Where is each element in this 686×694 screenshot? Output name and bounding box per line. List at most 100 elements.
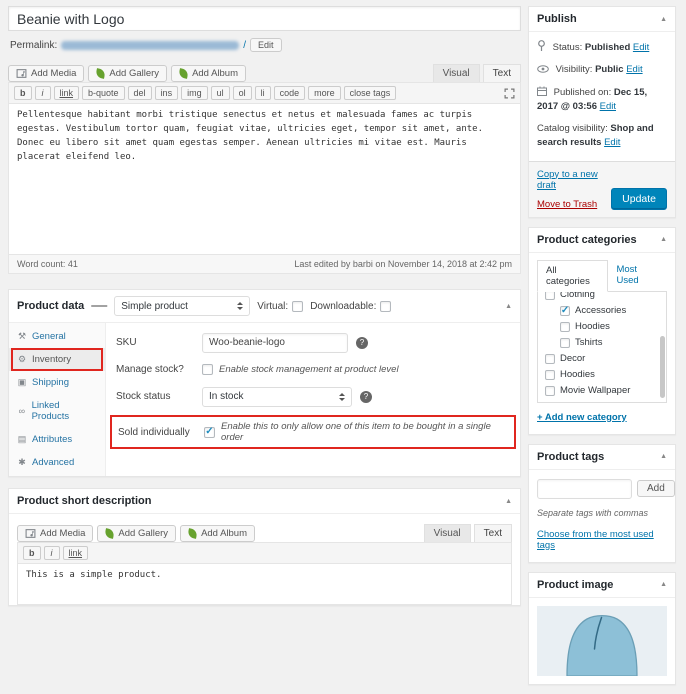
add-gallery-button[interactable]: Add Gallery: [97, 525, 177, 542]
tab-general[interactable]: ⚒ General: [9, 325, 105, 348]
beanie-image: [566, 614, 638, 676]
edit-catalog-visibility-link[interactable]: Edit: [604, 137, 620, 148]
add-album-button[interactable]: Add Album: [171, 65, 247, 82]
product-data-dash: —: [91, 297, 108, 314]
quicktag-italic-button[interactable]: i: [34, 86, 51, 100]
add-gallery-label: Add Gallery: [109, 68, 160, 79]
tab-advanced[interactable]: ✱ Advanced: [9, 451, 105, 474]
collapse-toggle-icon[interactable]: [505, 303, 512, 310]
quicktag-more-button[interactable]: more: [308, 86, 341, 100]
category-item: Accessories: [560, 303, 666, 319]
move-to-trash-link[interactable]: Move to Trash: [537, 199, 611, 210]
collapse-toggle-icon[interactable]: [660, 581, 667, 588]
quicktag-ul-button[interactable]: ul: [210, 86, 230, 100]
stock-status-row: Stock status In stock: [110, 383, 516, 410]
tab-visual[interactable]: Visual: [432, 64, 480, 82]
collapse-toggle-icon[interactable]: [660, 16, 667, 23]
tab-visual[interactable]: Visual: [423, 524, 471, 542]
published-on-row: Published on: Dec 15, 2017 @ 03:56 Edit: [537, 86, 648, 112]
quicktag-ins-button[interactable]: ins: [154, 86, 179, 100]
product-data-panel: Product data — Simple product Virtual: D…: [8, 289, 521, 477]
copy-to-new-draft-link[interactable]: Copy to a new draft: [537, 169, 611, 191]
product-title-input[interactable]: [8, 6, 521, 31]
quicktag-li-button[interactable]: li: [254, 86, 271, 100]
gear-icon: ⚙: [17, 354, 27, 364]
manage-stock-label: Manage stock?: [116, 364, 184, 375]
edit-visibility-link[interactable]: Edit: [626, 64, 642, 75]
quicktag-img-button[interactable]: img: [181, 86, 208, 100]
virtual-checkbox-row: Virtual:: [257, 300, 304, 312]
tab-text[interactable]: Text: [482, 64, 521, 82]
manage-stock-checkbox[interactable]: [202, 364, 213, 375]
product-image-thumbnail[interactable]: [537, 605, 667, 676]
add-media-button[interactable]: Add Media: [17, 525, 94, 542]
tab-attributes[interactable]: ▤ Attributes: [9, 428, 105, 451]
quicktag-link-button[interactable]: link: [62, 546, 89, 560]
downloadable-checkbox[interactable]: [380, 300, 392, 312]
add-album-label: Add Album: [192, 68, 239, 79]
add-tag-button[interactable]: Add: [637, 480, 675, 497]
virtual-checkbox[interactable]: [292, 300, 304, 312]
select-arrows-icon: [333, 392, 345, 401]
post-content-textarea[interactable]: Pellentesque habitant morbi tristique se…: [9, 104, 520, 254]
collapse-toggle-icon[interactable]: [660, 236, 667, 243]
quicktag-link-button[interactable]: link: [53, 86, 80, 100]
category-checkbox[interactable]: [560, 337, 570, 348]
category-checkbox[interactable]: [545, 402, 555, 403]
collapse-toggle-icon[interactable]: [660, 453, 667, 460]
sold-individually-checkbox[interactable]: [204, 426, 215, 438]
short-description-title: Product short description: [17, 495, 152, 507]
stock-status-value: In stock: [209, 391, 244, 402]
category-checkbox[interactable]: [545, 369, 555, 380]
quicktag-bold-button[interactable]: b: [14, 86, 32, 100]
quicktag-italic-button[interactable]: i: [43, 546, 60, 560]
quicktag-del-button[interactable]: del: [127, 86, 152, 100]
add-gallery-button[interactable]: Add Gallery: [88, 65, 168, 82]
tab-all-categories[interactable]: All categories: [537, 259, 609, 292]
tab-linked-products[interactable]: ∞ Linked Products: [9, 394, 105, 428]
quicktag-bold-button[interactable]: b: [23, 546, 41, 560]
update-button[interactable]: Update: [611, 187, 667, 210]
scrollbar-thumb[interactable]: [660, 335, 665, 399]
quicktag-bquote-button[interactable]: b-quote: [82, 86, 125, 100]
tab-text[interactable]: Text: [473, 524, 512, 542]
permalink-label: Permalink:: [10, 39, 58, 51]
add-album-button[interactable]: Add Album: [180, 525, 256, 542]
main-editor: b i link b-quote del ins img ul ol li co…: [8, 82, 521, 274]
add-new-category-link[interactable]: + Add new category: [537, 412, 627, 423]
category-item: Tshirts: [560, 335, 666, 351]
category-tabs: All categories Most Used: [537, 259, 667, 292]
category-item: Music: [545, 399, 666, 403]
add-media-button[interactable]: Add Media: [8, 65, 85, 82]
permalink-edit-button[interactable]: Edit: [250, 38, 282, 52]
album-leaf-icon: [178, 68, 189, 79]
category-checklist[interactable]: Clothing Accessories Hoodies Tshirts Dec…: [537, 290, 667, 403]
category-checkbox[interactable]: [545, 385, 555, 396]
stock-status-select[interactable]: In stock: [202, 386, 352, 407]
tab-shipping[interactable]: ▣ Shipping: [9, 371, 105, 394]
new-tag-input[interactable]: [537, 478, 632, 499]
product-type-select[interactable]: Simple product: [114, 296, 251, 316]
permalink-url-blurred[interactable]: [61, 40, 240, 50]
tab-most-used[interactable]: Most Used: [608, 260, 667, 291]
tab-inventory[interactable]: ⚙ Inventory: [9, 348, 105, 371]
quicktag-closetags-button[interactable]: close tags: [343, 86, 397, 100]
edit-schedule-link[interactable]: Edit: [600, 101, 616, 112]
wrench-icon: ⚒: [17, 331, 27, 341]
quicktag-code-button[interactable]: code: [273, 86, 306, 100]
edit-status-link[interactable]: Edit: [633, 42, 649, 53]
choose-most-used-tags-link[interactable]: Choose from the most used tags: [537, 529, 667, 551]
collapse-toggle-icon[interactable]: [505, 498, 512, 505]
quicktag-ol-button[interactable]: ol: [232, 86, 252, 100]
category-checkbox[interactable]: [545, 353, 555, 364]
help-tip-icon[interactable]: [356, 336, 368, 349]
fullscreen-expand-icon[interactable]: [504, 87, 515, 99]
publish-panel: Publish Status: Published Edit Visibilit…: [528, 6, 676, 218]
category-checkbox[interactable]: [560, 305, 570, 316]
help-tip-icon[interactable]: [360, 390, 372, 403]
category-checkbox[interactable]: [545, 291, 555, 300]
main-column: Permalink: / Edit Add Media Add Gallery …: [8, 6, 521, 606]
sku-input[interactable]: [202, 332, 348, 353]
category-checkbox[interactable]: [560, 321, 570, 332]
short-description-textarea[interactable]: This is a simple product.: [18, 564, 511, 604]
